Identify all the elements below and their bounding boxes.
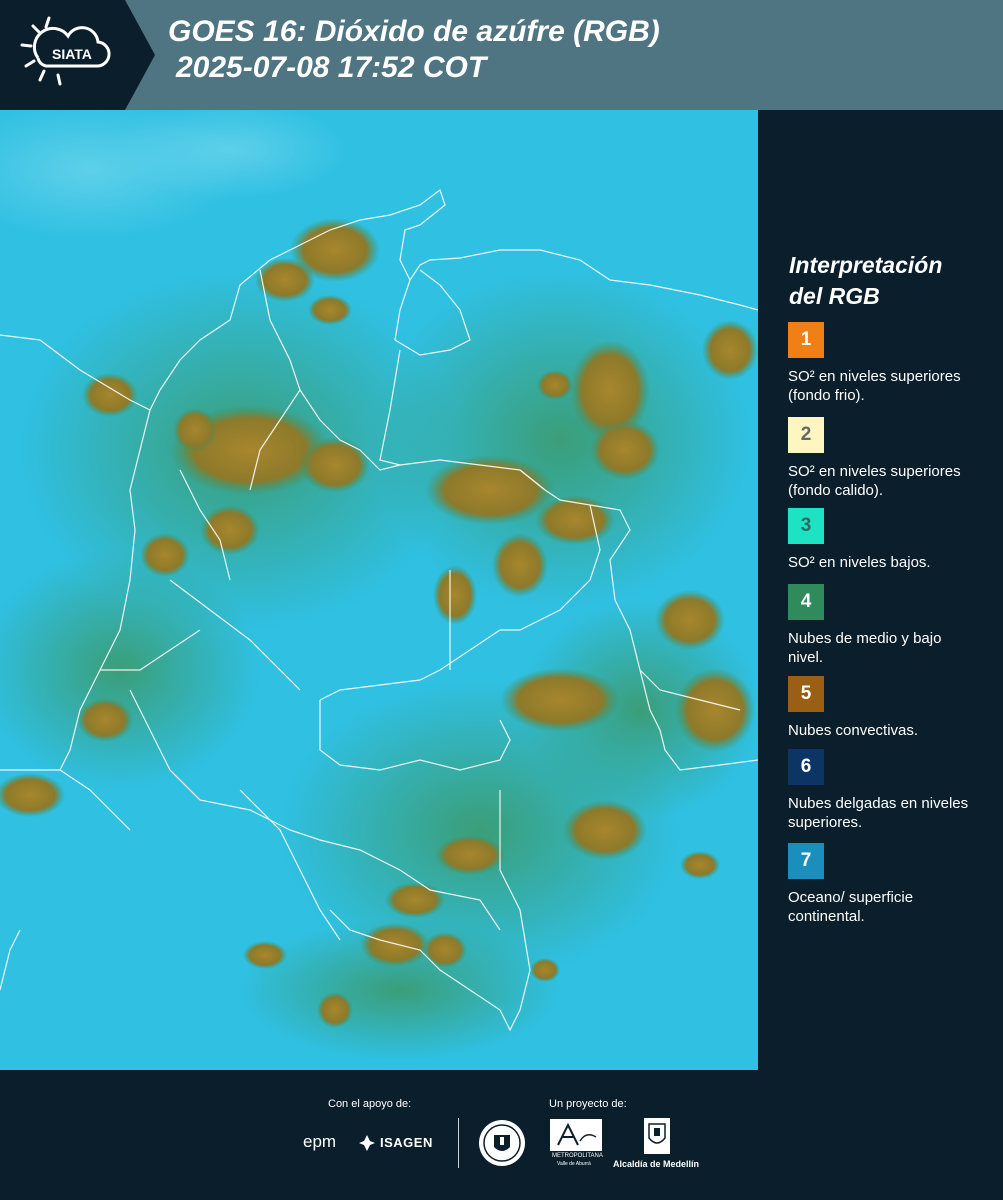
legend-swatch-2: 2 xyxy=(788,417,824,453)
legend-label-5: Nubes convectivas. xyxy=(788,722,919,739)
legend-item-1: 1 SO² en niveles superiores (fondo frio)… xyxy=(788,322,993,405)
legend-label-4: Nubes de medio y bajo nivel. xyxy=(788,630,942,666)
legend-label-3: SO² en niveles bajos. xyxy=(788,554,931,571)
legend-item-7: 7 Oceano/ superficie continental. xyxy=(788,843,993,926)
area-line-2: Valle de Aburrá xyxy=(557,1161,591,1167)
legend-swatch-1: 1 xyxy=(788,322,824,358)
legend-item-6: 6 Nubes delgadas en niveles superiores. xyxy=(788,749,993,832)
logo-text: SIATA xyxy=(52,46,92,62)
satellite-map xyxy=(0,110,759,1070)
siata-logo: SIATA xyxy=(0,0,155,110)
legend-swatch-7: 7 xyxy=(788,843,824,879)
legend-label-1: SO² en niveles superiores (fondo frio). xyxy=(788,368,961,404)
title-line-2: 2025-07-08 17:52 COT xyxy=(176,51,487,84)
legend-item-4: 4 Nubes de medio y bajo nivel. xyxy=(788,584,993,667)
footer: Con el apoyo de: Un proyecto de: epm ISA… xyxy=(0,1070,1003,1200)
footer-divider xyxy=(458,1118,459,1168)
epm-logo: epm xyxy=(303,1132,337,1151)
project-label: Un proyecto de: xyxy=(549,1098,627,1110)
legend-label-6: Nubes delgadas en niveles superiores. xyxy=(788,795,969,831)
legend-title-line-2: del RGB xyxy=(789,283,880,309)
area-metropolitana-logo xyxy=(550,1119,602,1167)
legend-item-5: 5 Nubes convectivas. xyxy=(788,676,993,740)
legend-swatch-5: 5 xyxy=(788,676,824,712)
title-line-1: GOES 16: Dióxido de azúfre (RGB) xyxy=(168,15,660,48)
isagen-logo: ISAGEN xyxy=(380,1135,433,1150)
medellin-seal-icon xyxy=(478,1119,526,1167)
legend-swatch-4: 4 xyxy=(788,584,824,620)
legend-swatch-6: 6 xyxy=(788,749,824,785)
page-title: GOES 16: Dióxido de azúfre (RGB) 2025-07… xyxy=(168,14,660,86)
legend-panel: Interpretación del RGB 1 SO² en niveles … xyxy=(758,110,1003,1070)
legend-swatch-3: 3 xyxy=(788,508,824,544)
header: SIATA GOES 16: Dióxido de azúfre (RGB) 2… xyxy=(0,0,1003,110)
legend-title: Interpretación del RGB xyxy=(789,250,989,312)
area-line-1: METROPOLITANA xyxy=(552,1153,603,1159)
alcaldia-logo: Alcaldía de Medellín xyxy=(613,1159,700,1169)
legend-item-2: 2 SO² en niveles superiores (fondo calid… xyxy=(788,417,993,500)
isagen-icon xyxy=(358,1134,376,1152)
legend-item-3: 3 SO² en niveles bajos. xyxy=(788,508,993,572)
alcaldia-shield-icon xyxy=(644,1118,670,1154)
legend-label-2: SO² en niveles superiores (fondo calido)… xyxy=(788,463,961,499)
support-label: Con el apoyo de: xyxy=(328,1098,412,1110)
satellite-image xyxy=(0,110,758,1070)
legend-label-7: Oceano/ superficie continental. xyxy=(788,889,914,925)
legend-title-line-1: Interpretación xyxy=(789,252,943,278)
